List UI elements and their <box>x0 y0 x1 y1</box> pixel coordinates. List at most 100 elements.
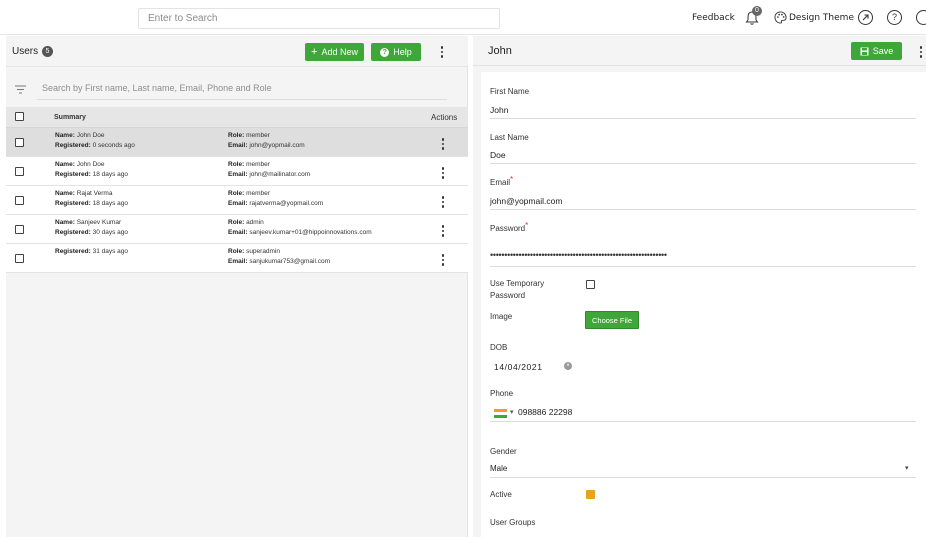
help-button[interactable]: ? Help <box>371 43 421 61</box>
help-circle-icon[interactable]: ? <box>887 10 902 25</box>
users-search-input[interactable] <box>37 76 447 100</box>
password-field[interactable]: ••••••••••••••••••••••••••••••••••••••••… <box>490 250 667 260</box>
email-field[interactable]: john@yopmail.com <box>490 196 562 206</box>
row-actions-icon[interactable] <box>441 196 445 208</box>
settings-circle-icon[interactable] <box>916 10 926 25</box>
row-name: Name: John Doe <box>55 161 105 168</box>
active-checkbox[interactable] <box>586 490 595 499</box>
dob-label: DOB <box>490 343 508 352</box>
external-link-icon[interactable] <box>858 10 873 25</box>
row-role-cell: Role: member Email: rajatverma@yopmail.co… <box>228 189 323 209</box>
row-role: Role: admin <box>228 219 264 226</box>
country-dropdown-icon[interactable]: ▾ <box>510 408 514 416</box>
users-more-icon[interactable] <box>440 46 444 58</box>
email-required-mark: * <box>510 175 514 184</box>
add-new-label: Add New <box>321 47 358 57</box>
user-detail-title: John <box>488 45 512 57</box>
filter-icon[interactable] <box>15 85 26 94</box>
save-label: Save <box>872 46 894 56</box>
user-detail-panel: John Save First Name John Last Name Doe … <box>473 36 926 537</box>
row-role: Role: member <box>228 161 270 168</box>
gender-label: Gender <box>490 447 517 456</box>
row-role: Role: member <box>228 132 270 139</box>
phone-label: Phone <box>490 389 514 398</box>
global-search[interactable] <box>138 8 500 29</box>
email-underline <box>490 209 916 210</box>
row-actions-icon[interactable] <box>441 254 445 266</box>
notification-count-badge: 0 <box>752 6 762 16</box>
users-table-header: Summary Actions <box>6 107 468 128</box>
design-theme-link[interactable]: Design Theme <box>789 13 854 23</box>
help-label: Help <box>393 47 412 57</box>
users-panel: Users 5 + Add New ? Help Summary Actions… <box>6 36 468 537</box>
table-row[interactable]: Name: Sanjeev Kumar Registered: 30 days a… <box>6 215 468 244</box>
row-role: Role: superadmin <box>228 248 281 255</box>
table-row[interactable]: Name: John Doe Registered: 0 seconds ago R… <box>6 128 468 157</box>
india-flag-icon[interactable] <box>494 409 507 418</box>
users-table-body: Name: John Doe Registered: 0 seconds ago R… <box>6 128 468 273</box>
detail-more-icon[interactable] <box>919 46 923 58</box>
row-checkbox[interactable] <box>15 196 24 205</box>
save-button[interactable]: Save <box>851 42 902 60</box>
phone-field[interactable]: 098886 22298 <box>518 407 572 417</box>
first-name-field[interactable]: John <box>490 105 508 115</box>
save-icon <box>860 47 869 55</box>
summary-column-header: Summary <box>54 114 86 121</box>
row-name: Name: Rajat Verma <box>55 190 113 197</box>
password-required-mark: * <box>525 221 529 230</box>
temp-password-label-line2: Password <box>490 291 526 300</box>
row-checkbox[interactable] <box>15 138 24 147</box>
actions-column-header: Actions <box>431 113 458 122</box>
row-checkbox[interactable] <box>15 167 24 176</box>
choose-file-button[interactable]: Choose File <box>585 311 639 329</box>
temp-password-checkbox[interactable] <box>586 280 595 289</box>
user-form: First Name John Last Name Doe Email* joh… <box>481 72 926 537</box>
select-all-checkbox[interactable] <box>15 112 24 121</box>
row-role: Role: member <box>228 190 270 197</box>
row-email: Email: sanjukumar753@gmail.com <box>228 258 330 265</box>
table-row[interactable]: Registered: 31 days ago Role: superadmin E… <box>6 244 468 273</box>
password-underline <box>490 266 916 267</box>
help-icon: ? <box>380 47 390 57</box>
row-name-cell: Name: Sanjeev Kumar Registered: 30 days a… <box>55 218 128 238</box>
gender-underline <box>490 477 916 478</box>
email-label-text: Email <box>490 178 511 187</box>
table-row[interactable]: Name: Rajat Verma Registered: 18 days ago… <box>6 186 468 215</box>
users-table: Summary Actions Name: John Doe Registered… <box>6 107 468 273</box>
row-registered: Registered: 30 days ago <box>55 229 128 236</box>
users-panel-header: Users 5 + Add New ? Help <box>6 36 468 67</box>
row-email: Email: rajatverma@yopmail.com <box>228 200 324 207</box>
gender-select[interactable]: Male <box>490 464 507 473</box>
row-registered: Registered: 31 days ago <box>55 248 128 255</box>
user-groups-label: User Groups <box>490 518 536 527</box>
dob-field[interactable]: 14/04/2021 <box>494 362 543 372</box>
user-detail-header: John Save <box>473 36 926 66</box>
add-new-button[interactable]: + Add New <box>305 43 364 61</box>
row-actions-icon[interactable] <box>441 225 445 237</box>
row-actions-icon[interactable] <box>441 138 445 150</box>
first-name-underline <box>490 118 916 119</box>
feedback-link[interactable]: Feedback <box>692 13 735 23</box>
table-row[interactable]: Name: John Doe Registered: 18 days ago Rol… <box>6 157 468 186</box>
users-filter-row <box>6 76 468 100</box>
users-count-badge: 5 <box>42 46 53 57</box>
row-role-cell: Role: admin Email: sanjeev.kumar+01@hippo… <box>228 218 372 238</box>
row-name-cell: Name: John Doe Registered: 0 seconds ago <box>55 131 135 151</box>
password-label-text: Password <box>490 224 526 233</box>
last-name-field[interactable]: Doe <box>490 150 506 160</box>
gender-dropdown-icon[interactable]: ▾ <box>905 464 909 472</box>
row-role-cell: Role: superadmin Email: sanjukumar753@gma… <box>228 247 330 267</box>
clear-date-icon[interactable]: × <box>564 362 572 370</box>
row-name-cell: Name: Rajat Verma Registered: 18 days ago <box>55 189 128 209</box>
palette-icon[interactable] <box>774 11 787 24</box>
temp-password-label-line1: Use Temporary <box>490 279 545 288</box>
global-search-input[interactable] <box>139 9 499 28</box>
row-email: Email: john@mailinator.com <box>228 171 311 178</box>
first-name-label: First Name <box>490 87 530 96</box>
row-checkbox[interactable] <box>15 254 24 263</box>
row-registered: Registered: 0 seconds ago <box>55 142 135 149</box>
row-actions-icon[interactable] <box>441 167 445 179</box>
row-checkbox[interactable] <box>15 225 24 234</box>
row-name-cell: Name: John Doe Registered: 18 days ago <box>55 160 128 180</box>
top-bar: Feedback 0 Design Theme ? <box>0 0 926 35</box>
